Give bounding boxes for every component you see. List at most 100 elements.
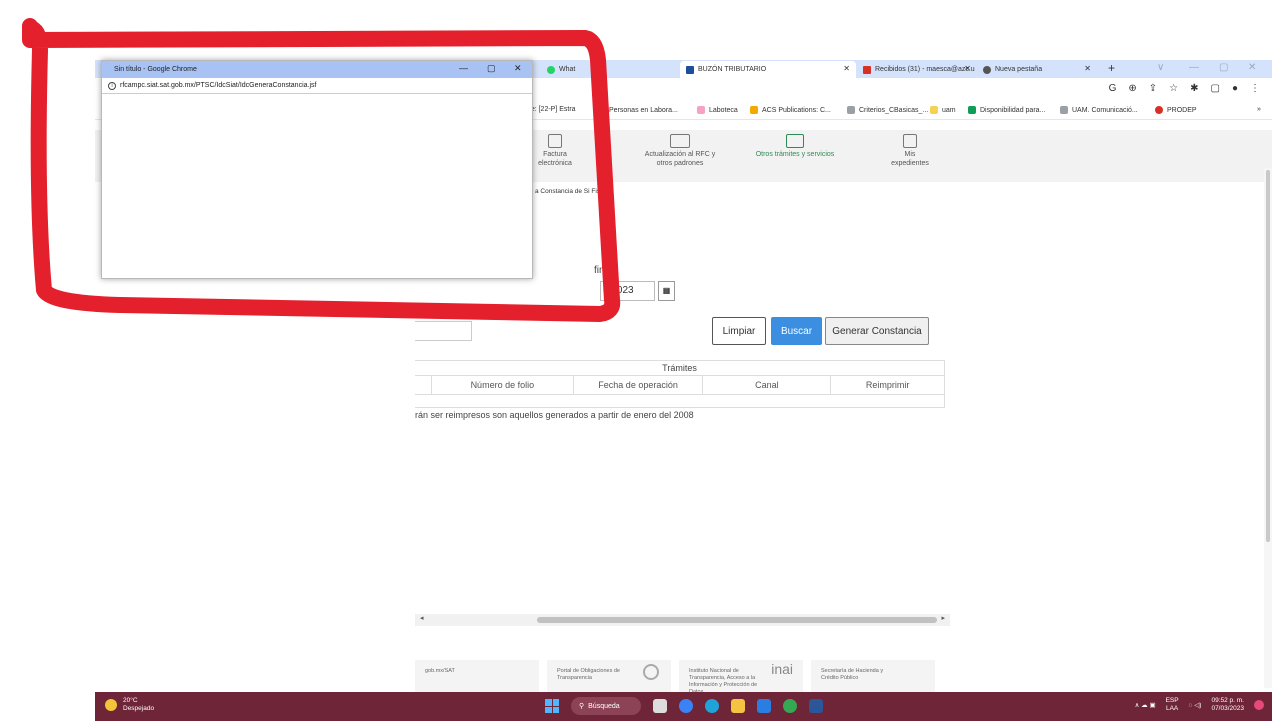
nav-otros-tramites[interactable]: Otros trámites y servicios [735, 134, 855, 159]
network-volume-icons[interactable]: ◌ ◁) [1189, 701, 1202, 709]
bookmark-label: Personas en Labora... [609, 106, 678, 114]
star-icon[interactable]: ☆ [1169, 83, 1178, 94]
bookmarks-more-button[interactable]: » [1257, 106, 1261, 113]
chrome-icon[interactable] [783, 699, 797, 713]
zoom-icon[interactable]: ⊕ [1128, 83, 1136, 94]
bookmark-icon [750, 106, 758, 114]
nav-actualizacion-rfc[interactable]: Actualización al RFC y otros padrones [620, 134, 740, 168]
menu-icon[interactable]: ⋮ [1250, 83, 1260, 94]
tab-buzon-tributario[interactable]: BUZÓN TRIBUTARIO ✕ [680, 61, 856, 78]
clock[interactable]: 09:52 p. m. 07/03/2023 [1211, 697, 1244, 713]
popup-url: rfcampc.siat.sat.gob.mx/PTSC/IdcSiat/Idc… [120, 82, 317, 89]
close-icon[interactable]: ✕ [1084, 64, 1091, 73]
fecha-final-input[interactable]: 0 2023 [600, 281, 655, 301]
generar-constancia-button[interactable]: Generar Constancia [825, 317, 929, 345]
info-icon[interactable]: i [108, 81, 116, 90]
close-window-icon[interactable]: ✕ [1248, 62, 1256, 73]
buscar-button[interactable]: Buscar [771, 317, 822, 345]
sidepanel-icon[interactable]: ▢ [1211, 83, 1220, 94]
language-indicator[interactable]: ESP LAA [1166, 697, 1179, 713]
moon-icon [105, 699, 117, 711]
bookmark-item[interactable]: Personas en Labora... [597, 106, 678, 114]
text-input[interactable] [415, 321, 472, 341]
clock-time: 09:52 p. m. [1211, 697, 1244, 704]
column-header: Canal [702, 376, 830, 394]
search-icon: ⚲ [579, 703, 585, 710]
bookmark-item[interactable]: Disponibilidad para... [968, 106, 1045, 114]
windows-start-icon[interactable] [545, 699, 559, 713]
nav-mis-expedientes[interactable]: Mis expedientes [870, 134, 950, 168]
fecha-final-label: final [594, 265, 613, 276]
bookmark-item[interactable]: Laboteca [697, 106, 738, 114]
column-header [415, 376, 431, 394]
google-icon[interactable]: G [1109, 83, 1117, 94]
nav-label: Otros trámites y servicios [755, 151, 835, 158]
popup-window[interactable]: Sin título - Google Chrome — ▢ ✕ i rfcam… [101, 60, 533, 279]
close-icon[interactable]: ✕ [964, 64, 971, 73]
tray-overflow-icons[interactable]: ∧ ☁ ▣ [1135, 701, 1156, 709]
bookmark-icon [968, 106, 976, 114]
taskbar-apps: ⚲ Búsqueda [545, 697, 823, 715]
nav-label: otros padrones [656, 160, 704, 167]
weather-widget[interactable]: 20°C Despejado [105, 697, 154, 713]
meet-icon[interactable] [679, 699, 693, 713]
tab-nueva-pestana[interactable]: Nueva pestaña ✕ [977, 61, 1097, 78]
edge-icon[interactable] [705, 699, 719, 713]
mail-icon[interactable] [757, 699, 771, 713]
close-icon[interactable]: ✕ [514, 63, 522, 74]
weather-temp: 20°C [123, 697, 138, 704]
tab-search-icon[interactable]: ∨ [1157, 62, 1164, 73]
taskbar-search[interactable]: ⚲ Búsqueda [571, 697, 641, 715]
share-icon[interactable]: ⇪ [1149, 83, 1157, 94]
footer-inai-link[interactable]: Instituto Nacional de Transparencia, Acc… [679, 660, 803, 695]
bookmark-item[interactable]: Criterios_CBasicas_... [847, 106, 928, 114]
calendar-icon[interactable]: ▦ [658, 281, 675, 301]
scroll-left-icon[interactable]: ◂ [420, 614, 424, 622]
profile-avatar-icon[interactable]: ● [1232, 83, 1238, 94]
magnifier-icon [643, 664, 659, 680]
maximize-icon[interactable]: ▢ [1219, 62, 1228, 73]
popup-title-bar[interactable]: Sin título - Google Chrome — ▢ ✕ [102, 61, 532, 78]
vertical-scrollbar[interactable] [1264, 168, 1272, 688]
minimize-icon[interactable]: — [1189, 62, 1199, 73]
minimize-icon[interactable]: — [459, 63, 468, 73]
scrollbar-thumb[interactable] [1266, 170, 1270, 542]
task-view-icon[interactable] [653, 699, 667, 713]
tab-gmail[interactable]: Recibidos (31) - maesca@azc.u ✕ [857, 61, 977, 78]
file-explorer-icon[interactable] [731, 699, 745, 713]
scroll-right-icon[interactable]: ▸ [941, 614, 945, 622]
extensions-icon[interactable]: ✱ [1190, 83, 1198, 94]
column-header: Reimprimir [830, 376, 944, 394]
footer-shcp-link[interactable]: Secretaría de Hacienda y Crédito Público [811, 660, 935, 692]
horizontal-scrollbar[interactable]: ◂ ▸ [415, 614, 950, 626]
bookmark-item[interactable]: ACS Publications: C... [750, 106, 831, 114]
bookmark-icon [1155, 106, 1163, 114]
nav-label: expedientes [891, 160, 929, 167]
limpiar-button[interactable]: Limpiar [712, 317, 766, 345]
maximize-icon[interactable]: ▢ [487, 63, 496, 74]
word-icon[interactable] [809, 699, 823, 713]
nav-factura-electronica[interactable]: Factura electrónica [530, 134, 580, 168]
scrollbar-thumb[interactable] [537, 617, 937, 623]
table-caption: Trámites [415, 361, 944, 376]
bookmark-item[interactable]: uam [930, 106, 956, 114]
popup-url-bar[interactable]: i rfcampc.siat.sat.gob.mx/PTSC/IdcSiat/I… [102, 78, 532, 94]
footer-transparencia-link[interactable]: Portal de Obligaciones de Transparencia [547, 660, 671, 692]
bookmark-item[interactable]: PRODEP [1155, 106, 1197, 114]
table-header: Número de folio Fecha de operación Canal… [415, 376, 944, 395]
bookmark-label: Disponibilidad para... [980, 106, 1046, 114]
footer-gob-link[interactable]: gob.mx/SAT [415, 660, 539, 692]
bookmark-icon [847, 106, 855, 114]
bookmark-label: uam [942, 106, 956, 114]
new-tab-button[interactable]: + [1108, 61, 1115, 75]
bookmark-item[interactable]: UAM. Comunicació... [1060, 106, 1138, 114]
column-header: Número de folio [430, 376, 573, 394]
document-icon [903, 134, 917, 148]
footer-text: Secretaría de Hacienda y Crédito Público [821, 668, 884, 681]
close-icon[interactable]: ✕ [843, 64, 850, 73]
notification-icon[interactable] [1254, 700, 1264, 710]
bookmark-icon [1060, 106, 1068, 114]
gmail-icon [863, 65, 871, 74]
whatsapp-icon [547, 65, 555, 74]
tab-label: BUZÓN TRIBUTARIO [698, 66, 767, 73]
